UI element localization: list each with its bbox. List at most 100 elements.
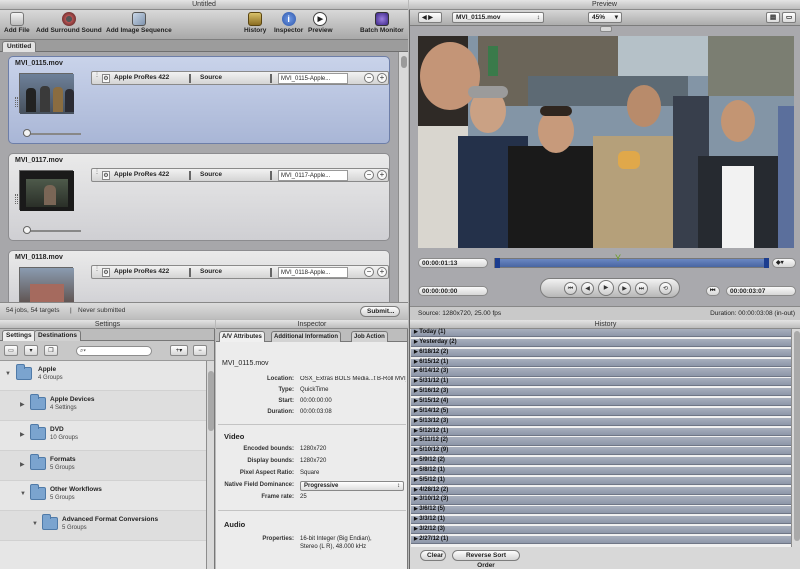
out-point-marker[interactable] [764,258,769,268]
drive-icon[interactable]: ▾ [24,345,38,356]
playhead-icon[interactable]: Y [615,253,621,263]
history-row[interactable]: 5/14/12 (5) [411,407,791,416]
add-target-button[interactable]: + [377,73,387,83]
job-item[interactable]: MVI_0118.mov ⋮ ⚙ Apple ProRes 422 Source… [8,250,390,302]
preview-button[interactable]: ▶ Preview [308,12,333,34]
go-to-start-icon[interactable]: ⏮ [564,282,577,295]
history-button[interactable]: History [244,12,266,34]
tree-item-dvd[interactable]: ▶ DVD 10 Groups [0,421,206,451]
history-row[interactable]: 5/15/12 (4) [411,397,791,407]
history-row[interactable]: Today (1) [411,329,791,338]
play-button-icon[interactable]: ▶ [598,280,614,296]
remove-target-button[interactable]: − [364,267,374,277]
thumbnail-slider-knob[interactable] [23,226,31,234]
reverse-sort-button[interactable]: Reverse Sort Order [452,550,520,569]
tab-job-action[interactable]: Job Action [351,331,388,342]
grip-icon[interactable]: ⋮ [94,266,100,277]
scroll-thumb[interactable] [794,331,800,541]
tab-av-attributes[interactable]: A/V Attributes [219,331,265,342]
submit-button[interactable]: Submit... [360,306,400,317]
step-back-icon[interactable]: ◀ [581,282,594,295]
history-row[interactable]: 5/9/12 (2) [411,457,791,466]
tree-item-apple-devices[interactable]: ▶ Apple Devices 4 Settings [0,391,206,421]
scroll-thumb[interactable] [401,56,407,68]
marker-menu-icon[interactable]: ◆▾ [772,258,796,268]
tab-settings[interactable]: Settings [2,330,36,341]
history-row[interactable]: 6/14/12 (3) [411,368,791,377]
history-row[interactable]: 5/11/12 (2) [411,437,791,446]
remove-setting-button[interactable]: − [193,345,207,356]
output-filename-field[interactable]: MVI_0118-Apple... [278,267,348,278]
tab-untitled[interactable]: Untitled [2,41,37,52]
grip-icon[interactable]: ⋮ [94,169,100,180]
disclosure-closed-icon[interactable]: ▶ [20,431,25,438]
output-filename-field[interactable]: MVI_0115-Apple... [278,73,348,84]
tree-item-advanced-format-conversions[interactable]: ▼ Advanced Format Conversions 5 Groups [0,511,206,541]
go-to-in-icon[interactable]: ⏮ [706,286,720,296]
current-timecode-field[interactable]: 00:00:01:13 [418,258,488,268]
zoom-select[interactable]: 45% ▾ [588,12,622,23]
add-file-button[interactable]: Add File [4,12,30,34]
tree-item-apple[interactable]: ▼ Apple 4 Groups [0,361,206,391]
history-row[interactable]: 4/28/12 (2) [411,486,791,495]
disclosure-closed-icon[interactable]: ▶ [20,401,25,408]
job-item[interactable]: MVI_0115.mov ⋮ ⚙ Apple ProRes 422 Source… [8,56,390,144]
new-folder-icon[interactable]: ▭ [4,345,18,356]
preview-timeline[interactable]: Y [494,253,769,268]
tab-additional-information[interactable]: Additional Information [271,331,341,342]
add-target-button[interactable]: + [377,267,387,277]
split-view-icon[interactable]: ▤ [766,12,780,23]
add-target-button[interactable]: + [377,170,387,180]
batch-scrollbar[interactable] [398,52,408,302]
disclosure-open-icon[interactable]: ▼ [20,491,26,497]
tab-destinations[interactable]: Destinations [34,330,82,341]
add-image-sequence-button[interactable]: Add Image Sequence [106,12,172,34]
disclosure-open-icon[interactable]: ▼ [5,371,11,377]
add-setting-button[interactable]: +▾ [170,345,188,356]
history-row[interactable]: 3/10/12 (3) [411,496,791,505]
output-filename-field[interactable]: MVI_0117-Apple... [278,170,348,181]
thumbnail-slider-track[interactable] [23,230,81,232]
thumbnail-slider-knob[interactable] [23,129,31,137]
history-row[interactable]: 3/2/12 (3) [411,526,791,535]
batch-monitor-button[interactable]: Batch Monitor [360,12,404,34]
job-target[interactable]: ⋮ ⚙ Apple ProRes 422 Source MVI_0118-App… [91,265,389,279]
job-target[interactable]: ⋮ ⚙ Apple ProRes 422 Source MVI_0115-App… [91,71,389,85]
history-row[interactable]: 6/18/12 (2) [411,348,791,357]
tree-item-other-workflows[interactable]: ▼ Other Workflows 5 Groups [0,481,206,511]
duplicate-icon[interactable]: ❐ [44,345,58,356]
drag-handle-icon[interactable] [15,97,18,107]
in-timecode-field[interactable]: 00:00:00:00 [418,286,488,296]
remove-target-button[interactable]: − [364,73,374,83]
thumbnail-slider-track[interactable] [23,133,81,135]
add-surround-sound-button[interactable]: Add Surround Sound [36,12,102,34]
scroll-thumb[interactable] [208,371,214,431]
grip-icon[interactable]: ⋮ [94,72,100,83]
tree-item-formats[interactable]: ▶ Formats 5 Groups [0,451,206,481]
remove-target-button[interactable]: − [364,170,374,180]
drag-handle-icon[interactable] [15,194,18,204]
history-row[interactable]: 3/3/12 (1) [411,516,791,525]
loop-icon[interactable]: ⟲ [659,282,672,295]
history-row[interactable]: 5/5/12 (1) [411,476,791,485]
history-row[interactable]: 5/10/12 (9) [411,447,791,456]
step-forward-icon[interactable]: ▶ [618,282,631,295]
history-row[interactable]: 6/15/12 (1) [411,358,791,367]
history-scrollbar[interactable] [791,329,800,547]
job-item[interactable]: MVI_0117.mov ⋮ ⚙ Apple ProRes 422 Source… [8,153,390,241]
history-row[interactable]: 5/16/12 (3) [411,388,791,397]
history-row[interactable]: 5/12/12 (1) [411,427,791,436]
inspector-button[interactable]: i Inspector [274,12,303,34]
settings-search-input[interactable]: ⌕▾ [76,346,152,356]
prev-next-buttons[interactable]: ◀ ▶ [418,12,442,23]
settings-scrollbar[interactable] [206,361,214,569]
out-timecode-field[interactable]: 00:00:03:07 [726,286,796,296]
field-dominance-select[interactable]: Progressive ↕ [300,481,404,491]
source-file-select[interactable]: MVI_0115.mov ↕ [452,12,544,23]
history-row[interactable]: 3/6/12 (5) [411,506,791,515]
clear-history-button[interactable]: Clear [420,550,446,561]
history-row[interactable]: Yesterday (2) [411,338,791,348]
job-target[interactable]: ⋮ ⚙ Apple ProRes 422 Source MVI_0117-App… [91,168,389,182]
disclosure-closed-icon[interactable]: ▶ [20,461,25,468]
disclosure-open-icon[interactable]: ▼ [32,521,38,527]
